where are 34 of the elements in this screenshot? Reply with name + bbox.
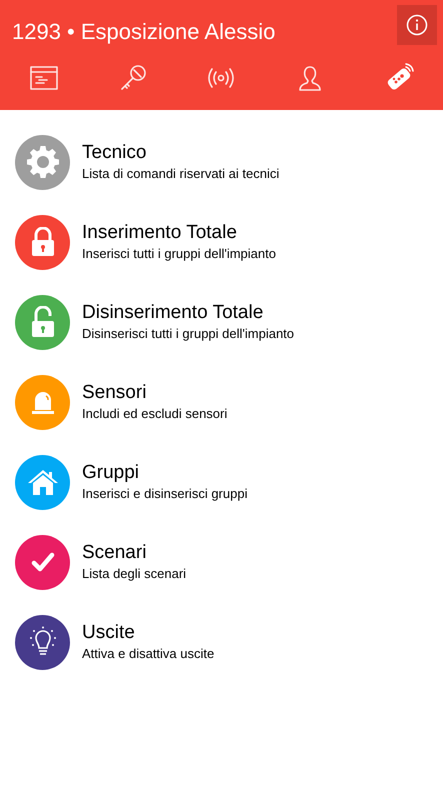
item-title: Tecnico	[82, 141, 148, 165]
item-title: Gruppi	[82, 461, 140, 485]
menu-item[interactable]: Disinserimento Totale Disinserisci tutti i gruppi dell'impianto	[0, 282, 443, 362]
key-icon	[118, 64, 147, 92]
user-icon	[298, 65, 322, 91]
item-subtitle: Attiva e disattiva uscite	[82, 645, 214, 663]
page-title: 1293 • Esposizione Alessio	[12, 18, 276, 46]
item-title: Scenari	[82, 541, 148, 565]
item-subtitle: Lista di comandi riservati ai tecnici	[82, 165, 280, 183]
item-subtitle: Inserisci tutti i gruppi dell'impianto	[82, 245, 276, 263]
menu-item[interactable]: Scenari Lista degli scenari	[0, 522, 443, 602]
window-icon	[30, 66, 58, 90]
house-icon	[26, 468, 58, 496]
item-subtitle: Lista degli scenari	[82, 565, 186, 583]
checkmark-icon	[30, 551, 54, 573]
light-bulb-icon	[28, 626, 58, 658]
menu-item[interactable]: Tecnico Lista di comandi riservati ai tecnici	[0, 122, 443, 202]
menu-item[interactable]: Inserimento Totale Inserisci tutti i gruppi dell'impianto	[0, 202, 443, 282]
info-icon	[406, 14, 428, 36]
item-title: Inserimento Totale	[82, 221, 238, 245]
item-title: Sensori	[82, 381, 148, 405]
padlock-icon	[30, 227, 56, 257]
menu-item[interactable]: Uscite Attiva e disattiva uscite	[0, 602, 443, 682]
info-button[interactable]	[397, 5, 437, 45]
signal-icon	[206, 67, 236, 89]
gear-icon	[26, 146, 58, 178]
item-subtitle: Disinserisci tutti i gruppi dell'impianto	[82, 325, 294, 343]
item-title: Uscite	[82, 621, 136, 645]
item-subtitle: Inserisci e disinserisci gruppi	[82, 485, 248, 503]
menu-item[interactable]: Sensori Includi ed escludi sensori	[0, 362, 443, 442]
item-subtitle: Includi ed escludi sensori	[82, 405, 228, 423]
item-title: Disinserimento Totale	[82, 301, 264, 325]
open-padlock-icon	[30, 306, 56, 338]
menu-item[interactable]: Gruppi Inserisci e disinserisci gruppi	[0, 442, 443, 522]
